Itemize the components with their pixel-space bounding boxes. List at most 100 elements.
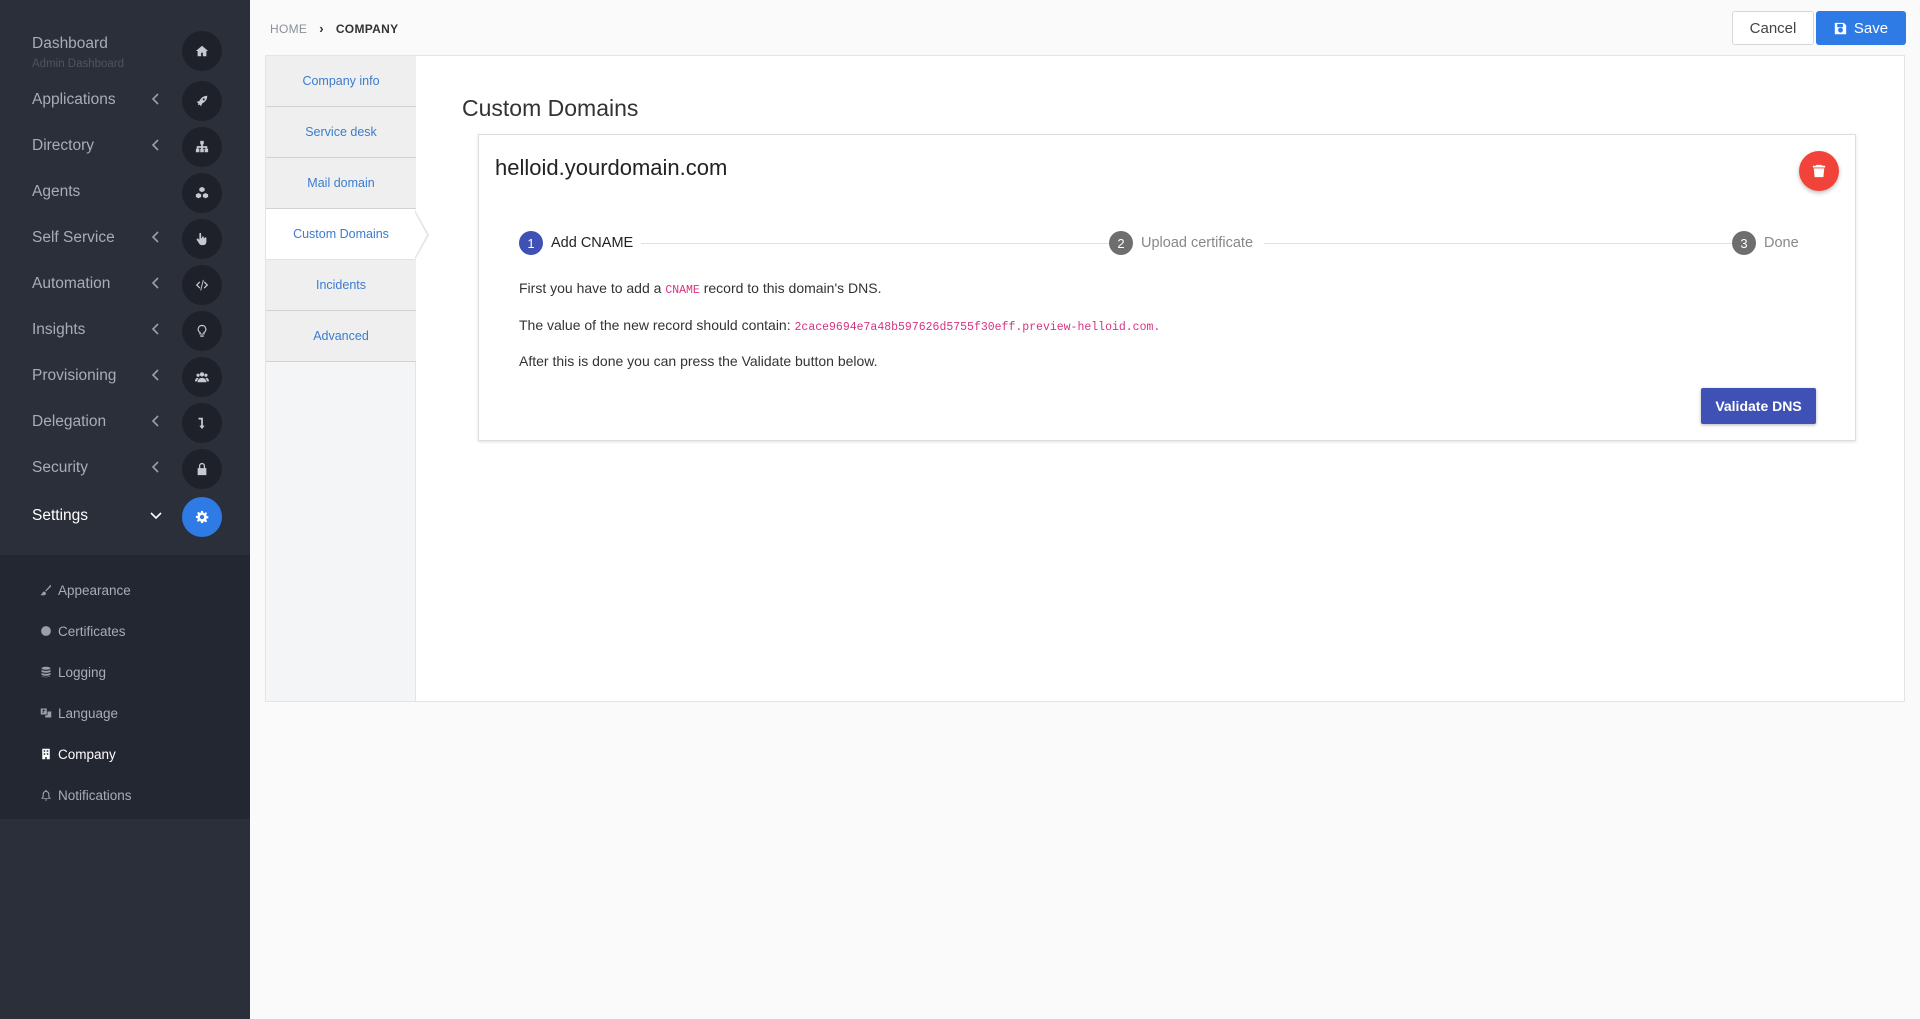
sidebar-subitem-notifications[interactable]: Notifications: [40, 784, 132, 806]
database-icon: [41, 666, 51, 678]
tab-advanced[interactable]: Advanced: [266, 311, 416, 362]
sidebar-item-label: Agents: [32, 183, 81, 200]
active-tab-pointer: [414, 210, 429, 260]
instruction-cname: First you have to add a CNAME record to …: [519, 280, 881, 297]
vertical-tabs: Company info Service desk Mail domain Cu…: [266, 56, 416, 701]
sidebar-item-agents[interactable]: Agents: [0, 170, 250, 216]
sidebar-item-sublabel: Admin Dashboard: [32, 58, 125, 70]
page-title: Custom Domains: [462, 95, 639, 121]
cname-code: CNAME: [665, 284, 700, 297]
tab-service-desk[interactable]: Service desk: [266, 107, 416, 158]
save-button-label: Save: [1853, 19, 1889, 37]
sidebar-subitem-language[interactable]: Language: [40, 702, 118, 724]
top-bar: HOME › COMPANY Cancel Save: [250, 0, 1920, 56]
sidebar-item-dashboard[interactable]: Dashboard Admin Dashboard: [0, 28, 250, 74]
home-icon: [182, 31, 222, 71]
domain-card: helloid.yourdomain.com 1 Add CNAME 2 Upl…: [478, 134, 1856, 441]
bell-icon: [41, 789, 51, 801]
lock-icon: [182, 449, 222, 489]
sidebar-subitem-appearance[interactable]: Appearance: [40, 579, 131, 601]
step-label: Add CNAME: [551, 235, 634, 251]
settings-subnav: Appearance Certificates Logging Language…: [0, 555, 250, 819]
sidebar-subitem-label: Company: [58, 746, 116, 762]
chevron-left-icon: [150, 138, 164, 156]
step-label: Done: [1764, 235, 1799, 251]
chevron-left-icon: [150, 460, 164, 478]
sidebar-item-label: Security: [32, 459, 88, 476]
sidebar-subitem-certificates[interactable]: Certificates: [40, 620, 126, 642]
sidebar-item-self-service[interactable]: Self Service: [0, 216, 250, 262]
sidebar-item-label: Dashboard: [32, 35, 108, 52]
tab-custom-domains[interactable]: Custom Domains: [266, 209, 416, 260]
step-number: 1: [519, 231, 543, 255]
sidebar: Dashboard Admin Dashboard Applications D…: [0, 0, 250, 1019]
stepper-connector: [1264, 243, 1749, 244]
chevron-left-icon: [150, 276, 164, 294]
sidebar-item-insights[interactable]: Insights: [0, 308, 250, 354]
tab-incidents[interactable]: Incidents: [266, 260, 416, 311]
language-icon: [40, 708, 52, 718]
floppy-disk-icon: [1834, 22, 1847, 34]
lightbulb-icon: [182, 311, 222, 351]
sidebar-item-label: Directory: [32, 137, 95, 154]
instruction-text: record to this domain's DNS.: [699, 280, 882, 296]
chevron-left-icon: [150, 414, 164, 432]
sidebar-item-directory[interactable]: Directory: [0, 124, 250, 170]
chevron-down-icon: [150, 508, 164, 526]
sidebar-item-label: Provisioning: [32, 367, 117, 384]
breadcrumb-home[interactable]: HOME: [270, 22, 307, 36]
step-label: Upload certificate: [1141, 235, 1254, 251]
sidebar-item-security[interactable]: Security: [0, 446, 250, 492]
cubes-icon: [182, 173, 222, 213]
sidebar-item-automation[interactable]: Automation: [0, 262, 250, 308]
sidebar-subitem-label: Certificates: [58, 623, 126, 639]
sidebar-item-delegation[interactable]: Delegation: [0, 400, 250, 446]
chevron-left-icon: [150, 322, 164, 340]
record-value-code: 2cace9694e7a48b597626d5755f30eff.preview…: [794, 321, 1161, 334]
sidebar-subitem-label: Logging: [58, 664, 107, 680]
gear-icon: [182, 497, 222, 537]
sidebar-subitem-company[interactable]: Company: [40, 743, 116, 765]
chevron-left-icon: [150, 368, 164, 386]
sidebar-item-label: Delegation: [32, 413, 107, 430]
sidebar-item-provisioning[interactable]: Provisioning: [0, 354, 250, 400]
sidebar-subitem-label: Language: [58, 705, 119, 721]
rocket-icon: [182, 81, 222, 121]
level-down-icon: [182, 403, 222, 443]
cancel-button[interactable]: Cancel: [1732, 11, 1814, 45]
sidebar-item-applications[interactable]: Applications: [0, 78, 250, 124]
sidebar-item-label: Settings: [32, 507, 89, 524]
tab-company-info[interactable]: Company info: [266, 56, 416, 107]
instruction-text: The value of the new record should conta…: [519, 317, 795, 333]
step-add-cname: 1 Add CNAME: [519, 231, 642, 255]
sidebar-subitem-label: Appearance: [58, 582, 131, 598]
stepper: 1 Add CNAME 2 Upload certificate 3 Done: [519, 231, 1819, 255]
domain-name: helloid.yourdomain.com: [495, 155, 728, 180]
sidebar-subitem-label: Notifications: [58, 787, 132, 803]
code-icon: [182, 265, 222, 305]
delete-domain-button[interactable]: [1799, 151, 1839, 191]
sidebar-item-settings[interactable]: Settings: [0, 494, 250, 540]
sidebar-item-label: Self Service: [32, 229, 115, 246]
chevron-left-icon: [150, 92, 164, 110]
sidebar-subitem-logging[interactable]: Logging: [40, 661, 106, 683]
sidebar-item-label: Insights: [32, 321, 86, 338]
paint-brush-icon: [40, 584, 52, 596]
instruction-validate: After this is done you can press the Val…: [519, 353, 878, 369]
hand-pointer-icon: [182, 219, 222, 259]
sitemap-icon: [182, 127, 222, 167]
sidebar-item-label: Automation: [32, 275, 111, 292]
circle-icon: [41, 626, 51, 636]
content-panel: Company info Service desk Mail domain Cu…: [265, 55, 1905, 702]
building-icon: [42, 748, 50, 760]
sidebar-item-label: Applications: [32, 91, 116, 108]
users-icon: [182, 357, 222, 397]
chevron-right-icon: ›: [319, 21, 324, 36]
breadcrumb-current: COMPANY: [335, 21, 399, 36]
validate-dns-button[interactable]: Validate DNS: [1701, 388, 1816, 424]
chevron-left-icon: [150, 230, 164, 248]
breadcrumb: HOME › COMPANY: [270, 21, 398, 36]
step-upload-certificate: 2 Upload certificate: [1109, 231, 1262, 255]
save-button[interactable]: Save: [1816, 11, 1906, 45]
tab-mail-domain[interactable]: Mail domain: [266, 158, 416, 209]
